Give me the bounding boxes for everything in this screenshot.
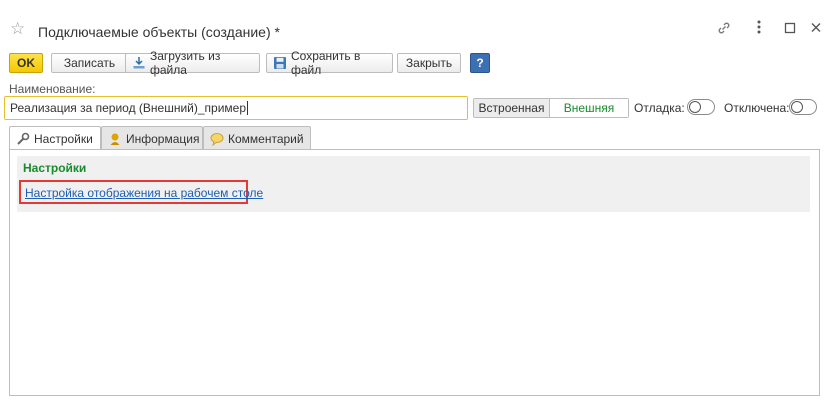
save-to-file-button[interactable]: Сохранить в файл	[266, 49, 393, 77]
link-highlight: Настройка отображения на рабочем столе	[19, 180, 263, 204]
more-menu-icon[interactable]	[756, 19, 762, 39]
tab-comment-label: Комментарий	[228, 131, 304, 146]
help-button[interactable]: ?	[470, 53, 490, 73]
disabled-toggle-knob	[791, 101, 803, 113]
tab-information[interactable]: Информация	[101, 126, 203, 150]
name-input-value: Реализация за период (Внешний)_пример	[10, 101, 247, 115]
load-from-file-label: Загрузить из файла	[150, 49, 221, 77]
tab-information-label: Информация	[126, 131, 200, 146]
close-button[interactable]: Закрыть	[397, 53, 461, 73]
maximize-icon[interactable]	[784, 20, 796, 40]
download-icon	[132, 56, 146, 70]
wrench-icon	[16, 132, 30, 146]
settings-group: Настройки Настройка отображения на рабоч…	[17, 156, 810, 212]
window-title: Подключаемые объекты (создание) *	[38, 24, 280, 40]
debug-label: Отладка:	[634, 101, 685, 115]
type-selector: Встроенная Внешняя	[473, 98, 629, 118]
type-option-builtin[interactable]: Встроенная	[474, 99, 550, 117]
name-label: Наименование:	[9, 82, 96, 96]
tab-settings[interactable]: Настройки	[9, 126, 101, 151]
close-icon[interactable]	[810, 20, 822, 40]
ok-button[interactable]: OK	[9, 53, 43, 73]
favorite-star-icon[interactable]: ☆	[10, 20, 25, 37]
load-from-file-button[interactable]: Загрузить из файла	[125, 49, 260, 77]
disabled-label: Отключена:	[724, 101, 790, 115]
debug-toggle-knob	[689, 101, 701, 113]
info-person-icon	[108, 132, 122, 146]
desktop-display-settings-link[interactable]: Настройка отображения на рабочем столе	[25, 186, 263, 200]
settings-group-title: Настройки	[23, 161, 87, 175]
save-button[interactable]: Записать	[51, 53, 128, 73]
disabled-toggle[interactable]	[789, 99, 817, 115]
tab-comment[interactable]: Комментарий	[203, 126, 311, 150]
tab-settings-label: Настройки	[34, 132, 93, 146]
title-bar: ☆ Подключаемые объекты (создание) *	[0, 0, 835, 46]
type-option-external[interactable]: Внешняя	[550, 99, 628, 117]
save-to-file-label: Сохранить в файл	[291, 49, 361, 77]
floppy-icon	[273, 56, 287, 70]
settings-panel: Настройки Настройка отображения на рабоч…	[9, 149, 820, 396]
name-input[interactable]: Реализация за период (Внешний)_пример	[4, 96, 468, 120]
speech-bubble-icon	[210, 132, 224, 146]
debug-toggle[interactable]	[687, 99, 715, 115]
link-icon[interactable]	[716, 20, 732, 40]
